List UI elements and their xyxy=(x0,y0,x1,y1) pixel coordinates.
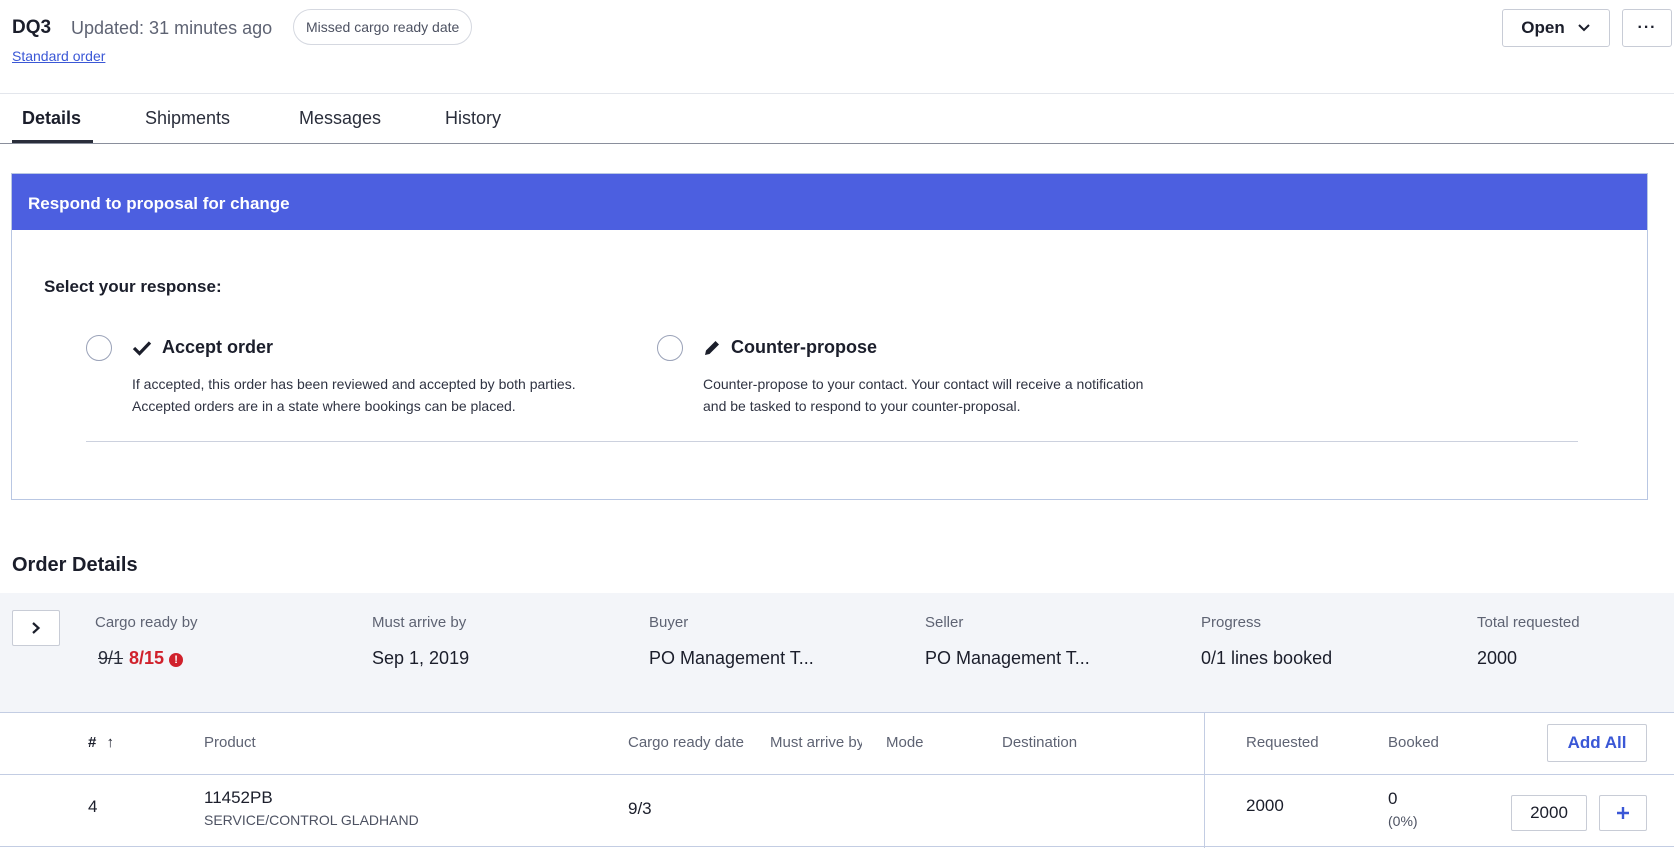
col-destination-header: Destination xyxy=(1002,734,1078,751)
accept-order-radio[interactable] xyxy=(86,335,112,361)
select-response-label: Select your response: xyxy=(44,277,222,296)
tab-messages[interactable]: Messages xyxy=(299,108,381,129)
col-must-arrive-header: Must arrive by xyxy=(770,734,862,751)
counter-propose-radio[interactable] xyxy=(657,335,683,361)
more-options-button[interactable]: ··· xyxy=(1622,9,1672,47)
seller-value: PO Management T... xyxy=(925,648,1090,668)
plus-icon xyxy=(1617,807,1629,819)
expand-button[interactable] xyxy=(12,610,60,646)
accept-order-option[interactable]: Accept order xyxy=(132,337,273,358)
order-details-heading: Order Details xyxy=(12,554,138,576)
must-arrive-label: Must arrive by xyxy=(372,614,467,631)
accept-order-description: If accepted, this order has been reviewe… xyxy=(132,373,576,417)
table-row: 4 11452PB SERVICE/CONTROL GLADHAND 9/3 2… xyxy=(0,775,1674,847)
order-id: DQ3 xyxy=(12,17,52,38)
cargo-ready-date: 9/3 xyxy=(628,799,652,818)
cargo-ready-value: 9/1 8/15! xyxy=(98,648,184,669)
col-booked-header: Booked xyxy=(1388,734,1439,751)
col-product-header: Product xyxy=(204,734,256,751)
counter-propose-desc-line: and be tasked to respond to your counter… xyxy=(703,398,1021,414)
tab-shipments[interactable]: Shipments xyxy=(145,108,230,129)
proposal-title: Respond to proposal for change xyxy=(12,174,1647,230)
counter-propose-option[interactable]: Counter-propose xyxy=(703,337,877,358)
cargo-ready-label: Cargo ready by xyxy=(95,614,198,631)
col-num-label: # xyxy=(88,734,97,751)
progress-label: Progress xyxy=(1201,614,1262,631)
accept-order-desc-line: If accepted, this order has been reviewe… xyxy=(132,376,576,392)
add-all-button[interactable]: Add All xyxy=(1547,724,1647,762)
accept-order-label: Accept order xyxy=(162,337,274,357)
proposal-response-panel: Respond to proposal for change Select yo… xyxy=(11,173,1648,500)
accept-order-desc-line: Accepted orders are in a state where boo… xyxy=(132,398,516,414)
counter-propose-description: Counter-propose to your contact. Your co… xyxy=(703,373,1143,417)
column-separator xyxy=(1204,713,1205,848)
add-quantity-button[interactable] xyxy=(1599,795,1647,831)
cargo-ready-old-date: 9/1 xyxy=(98,648,124,668)
tab-details[interactable]: Details xyxy=(22,108,81,129)
active-tab-indicator xyxy=(12,140,93,143)
quantity-input[interactable] xyxy=(1511,795,1587,831)
requested-qty: 2000 xyxy=(1246,796,1284,815)
line-items-header: # ↑ Product Cargo ready date Must arrive… xyxy=(0,713,1674,775)
total-requested-label: Total requested xyxy=(1477,614,1580,631)
status-dropdown-button[interactable]: Open xyxy=(1502,9,1610,47)
counter-propose-desc-line: Counter-propose to your contact. Your co… xyxy=(703,376,1144,392)
alert-info-icon[interactable]: ! xyxy=(169,653,184,667)
seller-label: Seller xyxy=(925,614,964,631)
updated-timestamp: Updated: 31 minutes ago xyxy=(71,18,273,38)
product-description: SERVICE/CONTROL GLADHAND xyxy=(204,812,419,828)
pencil-icon xyxy=(705,340,719,355)
col-num-header[interactable]: # ↑ xyxy=(88,734,114,751)
status-badge: Missed cargo ready date xyxy=(293,9,473,45)
product-code: 11452PB xyxy=(204,788,273,807)
booked-percent: (0%) xyxy=(1388,813,1418,829)
row-number: 4 xyxy=(88,797,98,816)
tab-bar: Details Shipments Messages History xyxy=(0,94,1674,144)
total-requested-value: 2000 xyxy=(1477,648,1518,668)
status-dropdown-label: Open xyxy=(1521,18,1565,37)
booked-qty: 0 xyxy=(1388,789,1398,808)
divider xyxy=(86,441,1578,442)
progress-value: 0/1 lines booked xyxy=(1201,648,1333,668)
order-type-link[interactable]: Standard order xyxy=(12,48,105,64)
cargo-ready-new-date: 8/15 xyxy=(129,648,165,668)
tab-history[interactable]: History xyxy=(445,108,501,129)
buyer-value: PO Management T... xyxy=(649,648,814,668)
col-mode-header: Mode xyxy=(886,734,924,751)
sort-arrow-up-icon: ↑ xyxy=(106,734,115,751)
buyer-label: Buyer xyxy=(649,614,689,631)
checkmark-icon xyxy=(132,340,152,356)
must-arrive-value: Sep 1, 2019 xyxy=(372,648,470,668)
chevron-right-icon xyxy=(32,622,41,634)
order-summary: Cargo ready by 9/1 8/15! Must arrive by S… xyxy=(0,593,1674,713)
order-header: DQ3 Updated: 31 minutes ago Missed cargo… xyxy=(0,0,1674,94)
col-requested-header: Requested xyxy=(1246,734,1319,751)
chevron-down-icon xyxy=(1578,24,1590,32)
counter-propose-label: Counter-propose xyxy=(731,337,877,357)
col-cargo-ready-header: Cargo ready date xyxy=(628,734,744,751)
